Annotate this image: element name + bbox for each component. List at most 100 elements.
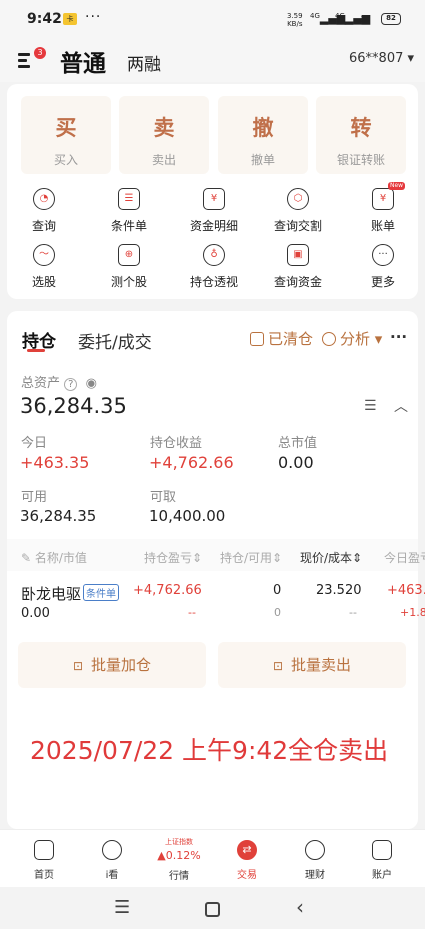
sell-sub: 卖出 [151,153,176,167]
func-label: 选股 [31,275,56,289]
collapse-chevron-icon[interactable]: ︿ [394,396,408,416]
func-condition-order[interactable]: ☰ 条件单 [94,188,164,234]
nav-market[interactable]: 上证指数 ▲0.12% 行情 [149,837,209,882]
back-icon[interactable]: ‹ [296,895,304,919]
condition-order-tag[interactable]: 条件单 [83,584,119,601]
battery-icon: 82 [381,13,401,25]
buy-sub: 买入 [53,153,78,167]
mode-normal-tab[interactable]: 普通 [60,44,106,78]
col-qty[interactable]: 持仓/可用⇕ [220,549,282,566]
net-speed: 3.59 KB/s [287,12,303,28]
trade-icon: ⇄ [237,840,257,860]
func-label: 持仓透视 [189,275,238,289]
nav-account[interactable]: 账户 [352,840,412,881]
position-view-icon: ♁ [203,244,225,266]
tab-orders[interactable]: 委托/成交 [78,328,152,353]
sim-icon: 卡 [63,13,77,25]
nav-ikan[interactable]: i看 [82,840,142,881]
nav-trade[interactable]: ⇄ 交易 [217,840,277,881]
sell-button[interactable]: 卖 卖出 [119,96,209,174]
menu-icon[interactable]: 3 [18,47,46,70]
withdrawable-value: 10,400.00 [149,507,226,525]
bottom-nav: 首页 i看 上证指数 ▲0.12% 行情 ⇄ 交易 理财 账户 [0,829,425,887]
today-label: 今日 [21,436,48,451]
eye-icon: ◉ [85,376,97,391]
func-position-view[interactable]: ♁ 持仓透视 [179,244,249,290]
sell-title: 卖 [153,116,175,140]
buy-title: 买 [55,116,77,140]
system-nav-bar: ☰ ‹ [0,887,425,929]
func-more[interactable]: ··· 更多 [348,244,418,290]
stock-available: 0 [274,606,281,619]
stock-name: 卧龙电驱 [21,585,82,603]
analysis-button[interactable]: 分析 ▾ [322,328,382,349]
stock-pnl-rate: -- [188,606,196,619]
status-bar: 9:42 卡 ··· 3.59 KB/s 4G▂▄▆ 4G▂▄▆ ≋ 82 [0,0,425,38]
func-delivery-query[interactable]: ⬡ 查询交割 [263,188,333,234]
mode-margin-tab[interactable]: 两融 [127,50,161,75]
position-gain-value: +4,762.66 [149,453,234,472]
func-fund-query[interactable]: ▣ 查询资金 [263,244,333,290]
edit-icon: ⊡ [72,659,84,673]
cancel-order-button[interactable]: 撤 撤单 [218,96,308,174]
stock-pnl: +4,762.66 [133,583,202,598]
wifi-icon: ≋ [360,12,371,27]
stock-cost: -- [349,606,357,619]
fund-query-icon: ▣ [287,244,309,266]
nav-home[interactable]: 首页 [14,840,74,881]
total-assets-label: 总资产 ? ◉ [21,376,97,391]
condition-order-icon: ☰ [118,188,140,210]
stock-qty: 0 [273,583,282,598]
bill-icon: ¥ [372,188,394,210]
func-label: 条件单 [110,219,147,233]
fund-detail-icon: ¥ [203,188,225,210]
position-gain-label: 持仓收益 [150,436,203,451]
nav-finance[interactable]: 理财 [285,840,345,881]
stock-price: 23.520 [316,583,362,598]
cancel-sub: 撤单 [250,153,275,167]
func-label: 查询资金 [273,275,322,289]
new-badge: New [388,182,406,190]
cleared-button[interactable]: 已清仓 [250,328,313,349]
col-today[interactable]: 今日盈亏 [384,549,425,566]
func-label: 更多 [370,275,395,289]
func-bill[interactable]: ¥ New 账单 [348,182,418,234]
func-label: 资金明细 [189,219,238,233]
func-stock-test[interactable]: ⊕ 测个股 [94,244,164,290]
edit-icon: ⊡ [272,659,284,673]
finance-icon [305,840,325,860]
buy-button[interactable]: 买 买入 [21,96,111,174]
recent-apps-icon[interactable]: ☰ [114,897,130,918]
analysis-icon [322,332,336,346]
more-menu-button[interactable]: ··· [390,328,407,346]
func-fund-detail[interactable]: ¥ 资金明细 [179,188,249,234]
status-time: 9:42 [27,11,62,27]
total-assets-value: 36,284.35 [20,394,127,418]
help-icon: ? [64,378,78,391]
transfer-title: 转 [350,116,372,140]
list-toggle-icon[interactable]: ☰ [364,398,377,414]
available-label: 可用 [21,490,48,505]
status-dots: ··· [85,9,102,25]
func-stock-picker[interactable]: 〜 选股 [9,244,79,290]
stock-today-rate: +1.8 [400,606,425,619]
func-label: 测个股 [110,275,147,289]
func-query[interactable]: ◔ 查询 [9,188,79,234]
col-name[interactable]: ✎ 名称/市值 [21,549,87,566]
col-price[interactable]: 现价/成本⇕ [300,549,362,566]
available-value: 36,284.35 [20,507,97,525]
stock-today-pnl: +463. [387,583,425,598]
batch-sell-button[interactable]: ⊡ 批量卖出 [218,642,406,688]
home-button-icon[interactable] [205,902,220,917]
transfer-button[interactable]: 转 银证转账 [316,96,406,174]
account-selector[interactable]: 66**807 ▾ [349,51,414,66]
cancel-title: 撤 [252,116,274,140]
batch-add-button[interactable]: ⊡ 批量加仓 [18,642,206,688]
more-icon: ··· [372,244,394,266]
tab-underline [27,349,45,352]
transfer-sub: 银证转账 [336,153,385,167]
app-header: 3 普通 两融 66**807 ▾ [0,38,425,82]
delivery-query-icon: ⬡ [287,188,309,210]
col-pnl[interactable]: 持仓盈亏⇕ [144,549,202,566]
stock-market-value: 0.00 [21,606,50,621]
